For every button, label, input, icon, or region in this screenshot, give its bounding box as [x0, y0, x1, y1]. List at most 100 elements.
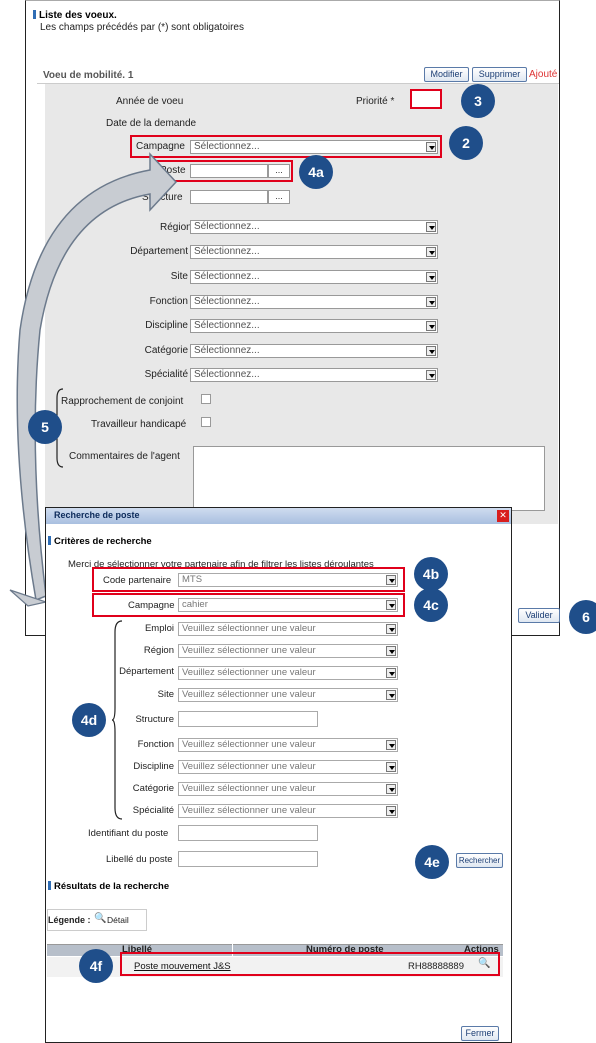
- dlg-site-select[interactable]: Veuillez sélectionner une valeur: [178, 688, 398, 702]
- specialite-select[interactable]: Sélectionnez...: [190, 368, 438, 382]
- chevron-down-icon: [386, 690, 396, 700]
- handicap-checkbox[interactable]: [201, 417, 211, 427]
- chevron-down-icon: [386, 624, 396, 634]
- dlg-fonction-value: Veuillez sélectionner une valeur: [182, 739, 316, 750]
- rechercher-button[interactable]: Rechercher: [456, 853, 503, 868]
- ajouter-link[interactable]: Ajouté: [529, 69, 557, 80]
- region-select[interactable]: Sélectionnez...: [190, 220, 438, 234]
- priorite-highlight: [410, 89, 442, 109]
- badge-4d: 4d: [72, 703, 106, 737]
- dlg-region-label: Région: [143, 645, 174, 656]
- emploi-label: Emploi: [144, 623, 174, 634]
- dlg-categorie-label: Catégorie: [132, 783, 174, 794]
- structure-input[interactable]: [190, 190, 268, 204]
- criteres-title: Critères de recherche: [48, 536, 152, 547]
- dlg-fonction-label: Fonction: [137, 739, 174, 750]
- chevron-down-icon: [426, 247, 436, 257]
- dlg-region-select[interactable]: Veuillez sélectionner une valeur: [178, 644, 398, 658]
- site-select[interactable]: Sélectionnez...: [190, 270, 438, 284]
- section-bar-icon: [48, 536, 51, 545]
- annee-label: Année de voeu: [116, 96, 184, 107]
- badge-2: 2: [449, 126, 483, 160]
- chevron-down-icon: [386, 740, 396, 750]
- dlg-site-value: Veuillez sélectionner une valeur: [182, 689, 316, 700]
- dialog-titlebar: Recherche de poste: [46, 508, 511, 524]
- departement-select[interactable]: Sélectionnez...: [190, 245, 438, 259]
- fonction-select[interactable]: Sélectionnez...: [190, 295, 438, 309]
- fermer-button[interactable]: Fermer: [461, 1026, 499, 1041]
- date-label: Date de la demande: [106, 118, 197, 129]
- commentaires-textarea[interactable]: [193, 446, 545, 511]
- discipline-value: Sélectionnez...: [194, 320, 260, 331]
- rapprochement-checkbox[interactable]: [201, 394, 211, 404]
- libelle-label: Libellé du poste: [106, 854, 173, 865]
- badge-4a: 4a: [299, 155, 333, 189]
- emploi-value: Veuillez sélectionner une valeur: [182, 623, 316, 634]
- chevron-down-icon: [386, 646, 396, 656]
- chevron-down-icon: [426, 297, 436, 307]
- chevron-down-icon: [426, 321, 436, 331]
- voeu-title: Voeu de mobilité. 1: [43, 70, 134, 81]
- site-value: Sélectionnez...: [194, 271, 260, 282]
- supprimer-button[interactable]: Supprimer: [472, 67, 527, 82]
- departement-value: Sélectionnez...: [194, 246, 260, 257]
- modifier-button[interactable]: Modifier: [424, 67, 469, 82]
- dlg-structure-input[interactable]: [178, 711, 318, 727]
- badge-4f: 4f: [79, 949, 113, 983]
- badge-5: 5: [28, 410, 62, 444]
- specialite-value: Sélectionnez...: [194, 369, 260, 380]
- dlg-discipline-label: Discipline: [133, 761, 174, 772]
- badge-4b: 4b: [414, 557, 448, 591]
- dlg-site-label: Site: [157, 689, 174, 700]
- detail-icon: 🔍: [94, 913, 107, 924]
- region-value: Sélectionnez...: [194, 221, 260, 232]
- dlg-departement-select[interactable]: Veuillez sélectionner une valeur: [178, 666, 398, 680]
- required-note: Les champs précédés par (*) sont obligat…: [40, 22, 244, 33]
- dlg-region-value: Veuillez sélectionner une valeur: [182, 645, 316, 656]
- emploi-select[interactable]: Veuillez sélectionner une valeur: [178, 622, 398, 636]
- dlg-discipline-select[interactable]: Veuillez sélectionner une valeur: [178, 760, 398, 774]
- chevron-down-icon: [386, 784, 396, 794]
- dlg-specialite-label: Spécialité: [132, 805, 174, 816]
- identifiant-input[interactable]: [178, 825, 318, 841]
- page-title: Liste des voeux.: [33, 10, 117, 21]
- fonction-value: Sélectionnez...: [194, 296, 260, 307]
- categorie-value: Sélectionnez...: [194, 345, 260, 356]
- detail-label: Détail: [107, 915, 129, 925]
- resultats-title: Résultats de la recherche: [48, 881, 169, 892]
- chevron-down-icon: [386, 806, 396, 816]
- legende-label: Légende :: [48, 915, 91, 925]
- section-bar-icon: [48, 881, 51, 890]
- chevron-down-icon: [426, 346, 436, 356]
- dlg-specialite-value: Veuillez sélectionner une valeur: [182, 805, 316, 816]
- dlg-specialite-select[interactable]: Veuillez sélectionner une valeur: [178, 804, 398, 818]
- chevron-down-icon: [426, 222, 436, 232]
- priorite-label: Priorité *: [356, 96, 395, 107]
- dlg-discipline-value: Veuillez sélectionner une valeur: [182, 761, 316, 772]
- badge-4e: 4e: [415, 845, 449, 879]
- brace-4d-icon: [112, 620, 123, 820]
- badge-6: 6: [569, 600, 596, 634]
- dlg-fonction-select[interactable]: Veuillez sélectionner une valeur: [178, 738, 398, 752]
- identifiant-label: Identifiant du poste: [88, 828, 169, 839]
- page-title-text: Liste des voeux.: [39, 10, 117, 21]
- categorie-select[interactable]: Sélectionnez...: [190, 344, 438, 358]
- libelle-input[interactable]: [178, 851, 318, 867]
- chevron-down-icon: [426, 370, 436, 380]
- resultats-title-text: Résultats de la recherche: [54, 881, 170, 892]
- dlg-structure-label: Structure: [135, 714, 174, 725]
- dlg-campagne-highlight: [92, 593, 405, 617]
- discipline-select[interactable]: Sélectionnez...: [190, 319, 438, 333]
- badge-3: 3: [461, 84, 495, 118]
- chevron-down-icon: [386, 668, 396, 678]
- dlg-categorie-select[interactable]: Veuillez sélectionner une valeur: [178, 782, 398, 796]
- result-highlight: [120, 952, 500, 976]
- dlg-categorie-value: Veuillez sélectionner une valeur: [182, 783, 316, 794]
- close-icon[interactable]: ✕: [497, 510, 509, 522]
- structure-browse-button[interactable]: ...: [268, 190, 290, 204]
- chevron-down-icon: [426, 272, 436, 282]
- valider-button[interactable]: Valider: [518, 608, 560, 623]
- criteres-title-text: Critères de recherche: [54, 536, 152, 547]
- section-bar-icon: [33, 10, 36, 19]
- chevron-down-icon: [386, 762, 396, 772]
